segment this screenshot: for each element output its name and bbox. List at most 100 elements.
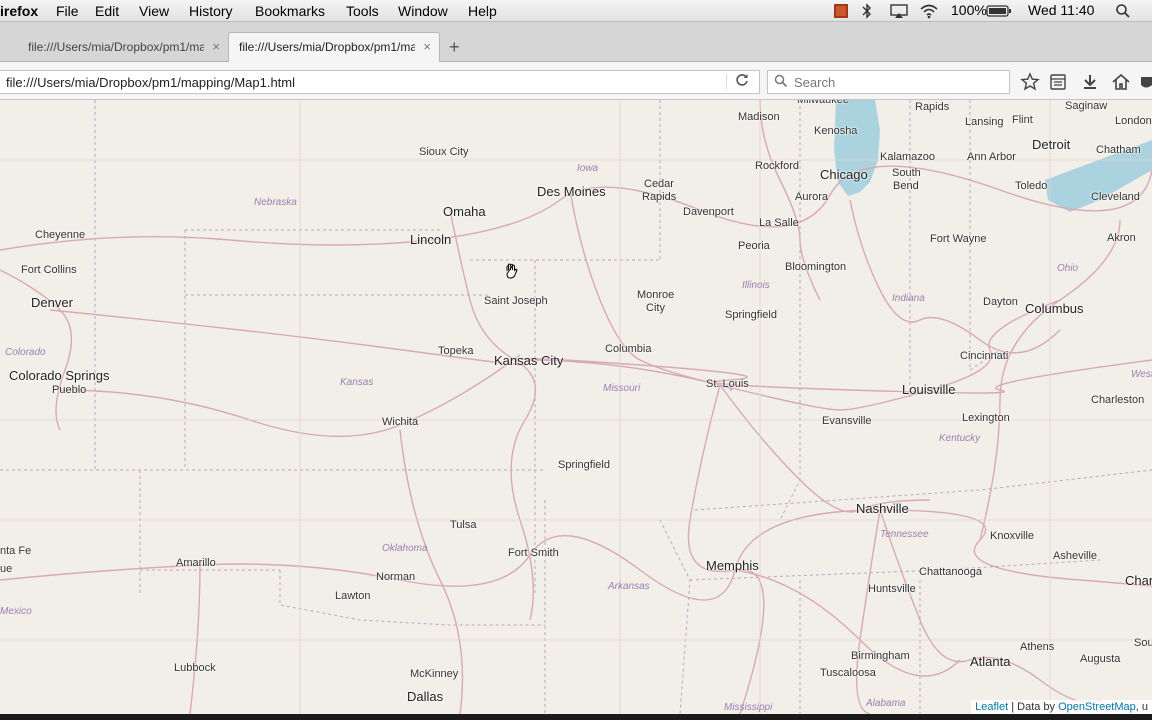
city-label: Columbia: [605, 343, 652, 355]
city-label: Cheyenne: [35, 229, 86, 241]
app-tray-icon[interactable]: [833, 3, 849, 22]
city-label: Kansas City: [494, 353, 564, 368]
leaflet-link[interactable]: Leaflet: [975, 701, 1008, 713]
city-label: Lansing: [965, 116, 1004, 128]
state-label: Iowa: [577, 163, 599, 174]
city-label: Akron: [1107, 232, 1136, 244]
city-label: Omaha: [443, 204, 486, 219]
menu-view[interactable]: View: [139, 3, 169, 19]
city-label: South: [892, 167, 921, 179]
state-label: Oklahoma: [382, 543, 428, 554]
menu-edit[interactable]: Edit: [95, 3, 119, 19]
city-label: Pueblo: [52, 384, 87, 396]
new-tab-button[interactable]: +: [449, 37, 460, 58]
city-label: Evansville: [822, 415, 872, 427]
city-label: Wichita: [382, 416, 419, 428]
city-label: Amarillo: [176, 557, 216, 569]
navigation-toolbar: file:///Users/mia/Dropbox/pm1/mapping/Ma…: [0, 62, 1152, 100]
city-label: Tulsa: [450, 519, 477, 531]
city-label: Rapids: [642, 191, 677, 203]
tab-title: file:///Users/mia/Dropbox/pm1/ma: [28, 40, 204, 54]
city-label: Cedar: [644, 178, 674, 190]
spotlight-search-icon[interactable]: [1115, 3, 1131, 22]
city-label: Springfield: [558, 459, 610, 471]
url-bar-separator: [726, 74, 727, 90]
url-bar[interactable]: file:///Users/mia/Dropbox/pm1/mapping/Ma…: [0, 70, 760, 94]
city-label: Des Moines: [537, 184, 606, 199]
city-label: Lubbock: [174, 662, 216, 674]
state-label: Mississippi: [724, 702, 773, 713]
attribution-tail: , u: [1135, 701, 1148, 713]
city-label: Lawton: [335, 590, 371, 602]
city-label: nta Fe: [0, 545, 32, 557]
city-label: Tuscaloosa: [820, 667, 876, 679]
state-label: Alabama: [866, 698, 906, 709]
menu-bookmarks[interactable]: Bookmarks: [255, 3, 325, 19]
city-label: La Salle: [759, 217, 799, 229]
state-label: Arkansas: [608, 581, 650, 592]
openstreetmap-link[interactable]: OpenStreetMap: [1058, 701, 1136, 713]
city-label: Dallas: [407, 689, 444, 704]
menu-window[interactable]: Window: [398, 3, 448, 19]
menu-file[interactable]: File: [56, 3, 79, 19]
map-attribution: Leaflet | Data by OpenStreetMap, u: [971, 700, 1152, 714]
menu-app-name[interactable]: irefox: [0, 3, 38, 19]
city-label: City: [646, 302, 665, 314]
city-label: ue: [0, 563, 13, 575]
city-label: Cincinnati: [960, 350, 1009, 362]
city-label: Louisville: [902, 382, 956, 397]
city-label: Kalamazoo: [880, 151, 936, 163]
home-icon[interactable]: [1111, 72, 1131, 92]
state-label: Indiana: [892, 293, 925, 304]
city-label: Detroit: [1032, 137, 1071, 152]
city-label: Asheville: [1053, 550, 1098, 562]
city-label: Lincoln: [410, 232, 452, 247]
city-label: Ann Arbor: [967, 151, 1016, 163]
city-label: Toledo: [1015, 180, 1048, 192]
menu-history[interactable]: History: [189, 3, 233, 19]
city-label: Sioux City: [419, 146, 469, 158]
menu-help[interactable]: Help: [468, 3, 497, 19]
tab-close-icon[interactable]: ×: [212, 39, 220, 54]
city-label: Peoria: [738, 240, 770, 252]
city-label: Saginaw: [1065, 100, 1108, 112]
city-label: Knoxville: [990, 530, 1035, 542]
city-label: Nashville: [856, 501, 909, 516]
reload-icon[interactable]: [735, 73, 749, 91]
menu-tools[interactable]: Tools: [346, 3, 379, 19]
city-label: Saint Joseph: [484, 295, 548, 307]
state-label: Mexico: [0, 606, 32, 617]
menubar-clock[interactable]: Wed 11:40: [1028, 2, 1094, 18]
city-label: Cleveland: [1091, 191, 1140, 203]
leaflet-map[interactable]: Milwaukee Madison Rapids Saginaw London Kenos…: [0, 100, 1152, 714]
city-label: Rapids: [915, 101, 950, 113]
battery-icon[interactable]: [986, 3, 1012, 22]
city-label: Columbus: [1025, 301, 1084, 316]
city-label: St. Louis: [706, 378, 749, 390]
bookmark-star-icon[interactable]: [1020, 72, 1040, 92]
menu-bar: irefox File Edit View History Bookmarks …: [0, 0, 1152, 22]
state-label: Illinois: [742, 280, 770, 291]
city-label: Atlanta: [970, 654, 1011, 669]
search-box[interactable]: Search: [767, 70, 1010, 94]
pocket-icon[interactable]: [1140, 72, 1152, 92]
city-label: Fort Collins: [21, 264, 77, 276]
city-label: Springfield: [725, 309, 777, 321]
city-label: Colorado Springs: [9, 368, 110, 383]
url-text: file:///Users/mia/Dropbox/pm1/mapping/Ma…: [6, 75, 296, 90]
airplay-icon[interactable]: [889, 3, 909, 22]
tab-map1-background[interactable]: file:///Users/mia/Dropbox/pm1/ma ×: [0, 33, 228, 61]
tab-map1-active[interactable]: file:///Users/mia/Dropbox/pm1/ma ×: [228, 32, 440, 62]
city-label: Chicago: [820, 167, 868, 182]
bluetooth-icon[interactable]: [860, 3, 874, 22]
wifi-icon[interactable]: [919, 3, 939, 22]
search-placeholder: Search: [794, 75, 836, 90]
city-label: Aurora: [795, 191, 829, 203]
reading-list-icon[interactable]: [1048, 72, 1068, 92]
state-label: Nebraska: [254, 197, 297, 208]
tab-close-icon[interactable]: ×: [423, 39, 431, 54]
downloads-icon[interactable]: [1080, 72, 1100, 92]
city-label: McKinney: [410, 668, 459, 680]
city-label: Bend: [893, 180, 919, 192]
city-label: Birmingham: [851, 650, 910, 662]
